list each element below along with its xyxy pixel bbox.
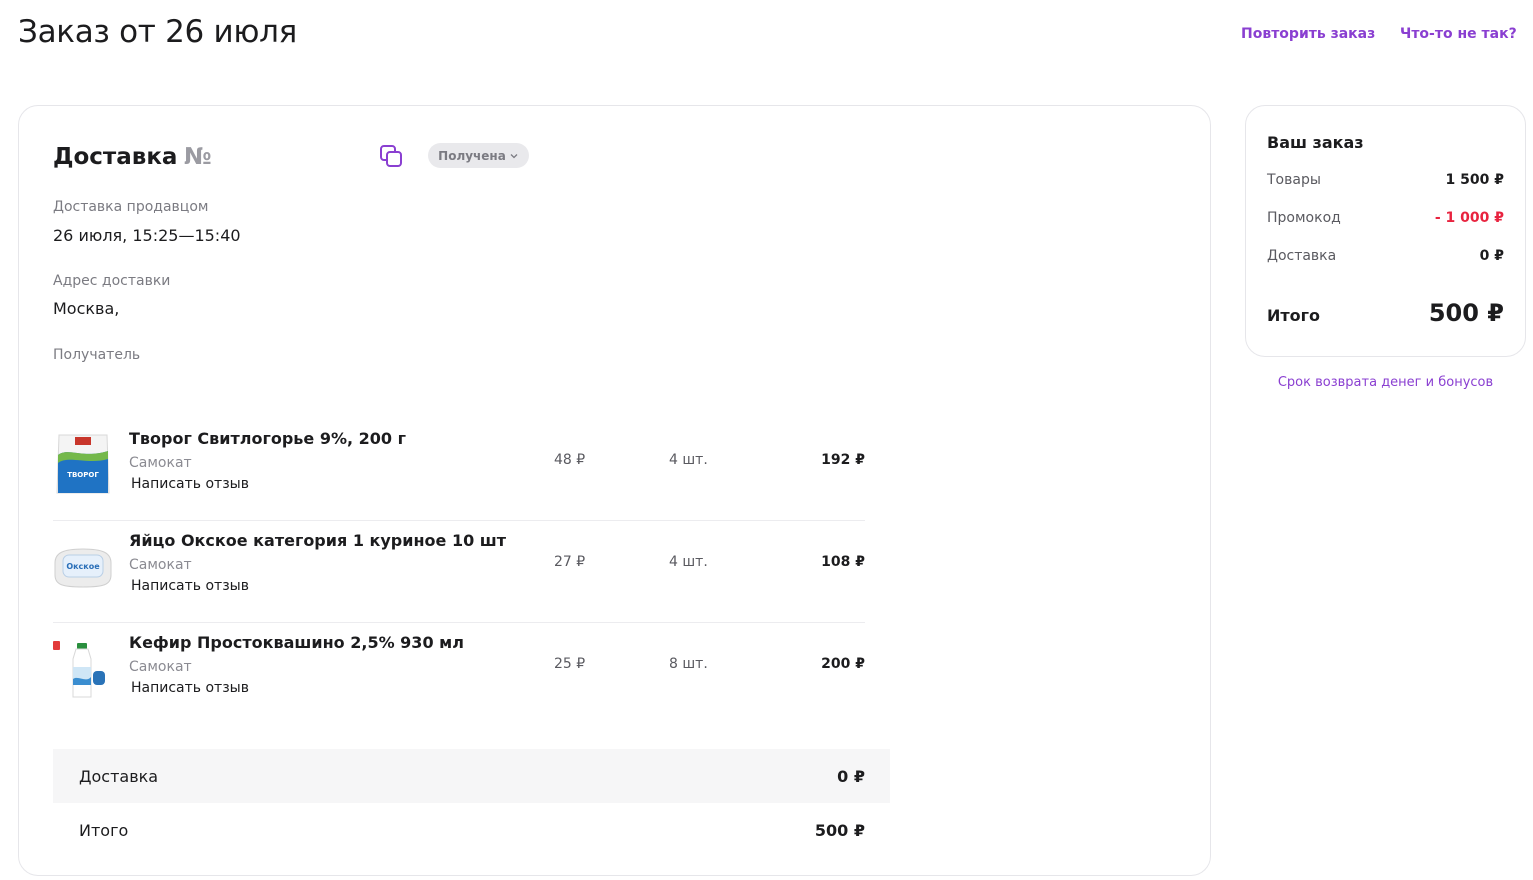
list-item: ТВОРОГ Творог Свитлогорье 9%, 200 г Само… [53, 419, 865, 521]
kefir-bottle-image[interactable] [53, 635, 113, 701]
item-quantity: 8 шт. [669, 656, 708, 672]
list-item: Кефир Простоквашино 2,5% 930 мл Самокат … [53, 623, 865, 725]
delivery-title: Доставка [53, 144, 178, 170]
item-price: 25 ₽ [554, 656, 586, 672]
recipient-label: Получатель [53, 347, 141, 363]
write-review-link[interactable]: Написать отзыв [131, 680, 249, 696]
summary-total-value: 500 ₽ [814, 821, 865, 840]
item-total: 192 ₽ [821, 452, 865, 468]
item-total: 200 ₽ [821, 656, 865, 672]
item-price: 27 ₽ [554, 554, 586, 570]
item-name[interactable]: Кефир Простоквашино 2,5% 930 мл [129, 633, 464, 652]
summary-delivery-label: Доставка [79, 767, 159, 786]
item-seller: Самокат [129, 455, 192, 471]
item-quantity: 4 шт. [669, 452, 708, 468]
promo-label: Промокод [1267, 210, 1341, 226]
chevron-down-icon [510, 153, 518, 158]
promo-value: - 1 000 ₽ [1434, 210, 1504, 226]
summary-title: Ваш заказ [1267, 133, 1364, 152]
delivery-method-label: Доставка продавцом [53, 199, 209, 215]
report-problem-link[interactable]: Что-то не так? [1400, 26, 1517, 42]
copy-icon[interactable] [379, 144, 403, 168]
order-details-card: Доставка № Получена Доставка продавцом 2… [18, 105, 1211, 876]
goods-label: Товары [1267, 172, 1321, 188]
list-item: Окское Яйцо Окское категория 1 куриное 1… [53, 521, 865, 623]
status-label: Получена [438, 148, 506, 163]
item-name[interactable]: Творог Свитлогорье 9%, 200 г [129, 429, 406, 448]
item-seller: Самокат [129, 557, 192, 573]
item-quantity: 4 шт. [669, 554, 708, 570]
address-label: Адрес доставки [53, 273, 171, 289]
order-summary-card: Ваш заказ Товары 1 500 ₽ Промокод - 1 00… [1245, 105, 1526, 357]
status-badge[interactable]: Получена [428, 143, 529, 168]
goods-value: 1 500 ₽ [1445, 172, 1504, 188]
summary-delivery-value: 0 ₽ [837, 767, 865, 786]
summary-delivery-row: Доставка 0 ₽ [53, 749, 890, 803]
item-total: 108 ₽ [821, 554, 865, 570]
cottage-cheese-image[interactable]: ТВОРОГ [53, 431, 113, 497]
delivery-cost-label: Доставка [1267, 248, 1337, 264]
summary-total-label: Итого [79, 821, 129, 840]
item-price: 48 ₽ [554, 452, 586, 468]
summary-total-row: Итого 500 ₽ [53, 803, 890, 857]
svg-text:Окское: Окское [66, 562, 100, 571]
refund-terms-link[interactable]: Срок возврата денег и бонусов [1245, 375, 1526, 390]
address-value: Москва, [53, 299, 120, 318]
delivery-cost-value: 0 ₽ [1479, 248, 1504, 264]
item-name[interactable]: Яйцо Окское категория 1 куриное 10 шт [129, 531, 506, 550]
sidebar-total-label: Итого [1267, 306, 1321, 325]
write-review-link[interactable]: Написать отзыв [131, 578, 249, 594]
item-seller: Самокат [129, 659, 192, 675]
delivery-time: 26 июля, 15:25—15:40 [53, 226, 241, 245]
page-title: Заказ от 26 июля [18, 14, 298, 50]
write-review-link[interactable]: Написать отзыв [131, 476, 249, 492]
sidebar-total-value: 500 ₽ [1428, 299, 1504, 327]
delivery-number: № [184, 144, 212, 170]
svg-text:ТВОРОГ: ТВОРОГ [67, 471, 99, 479]
egg-carton-image[interactable]: Окское [53, 533, 113, 599]
repeat-order-link[interactable]: Повторить заказ [1241, 26, 1375, 42]
